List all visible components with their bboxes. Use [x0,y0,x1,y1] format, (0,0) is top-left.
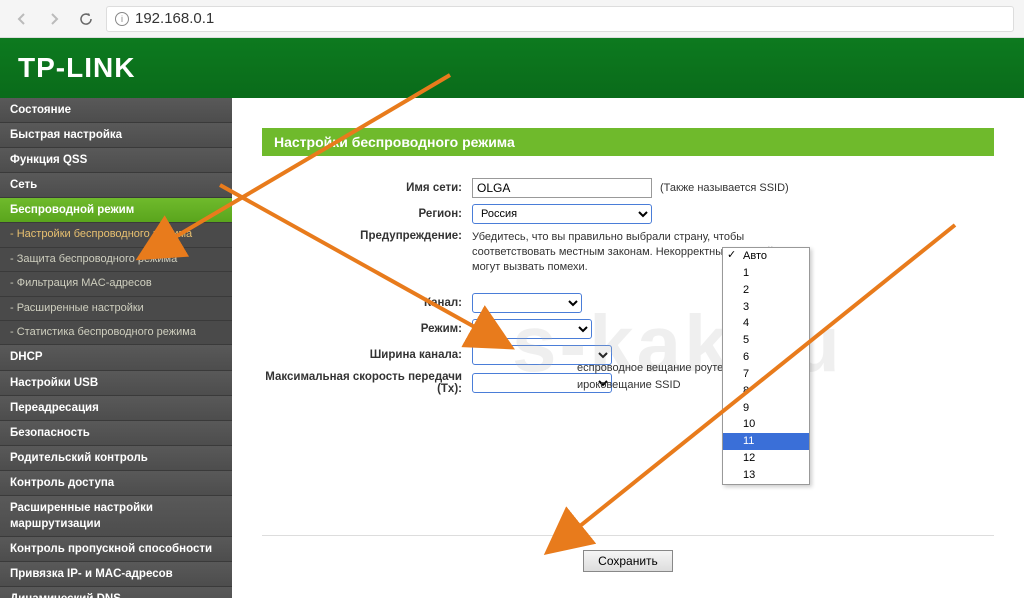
channel-dropdown[interactable]: ✓Авто12345678910111213 [722,247,810,485]
sidebar-item[interactable]: Родительский контроль [0,446,232,471]
back-button[interactable] [10,7,34,31]
channel-option[interactable]: 11 [723,433,809,450]
sidebar-item[interactable]: Контроль доступа [0,471,232,496]
sidebar-item[interactable]: Контроль пропускной способности [0,537,232,562]
sidebar-item[interactable]: Настройки USB [0,371,232,396]
channel-option[interactable]: 8 [723,383,809,400]
channel-option[interactable]: 3 [723,299,809,316]
sidebar-item[interactable]: Состояние [0,98,232,123]
channel-option[interactable]: 9 [723,400,809,417]
sidebar: СостояниеБыстрая настройкаФункция QSSСет… [0,98,232,598]
channel-option[interactable]: 2 [723,282,809,299]
channel-option[interactable]: 12 [723,450,809,467]
sidebar-item[interactable]: Сеть [0,173,232,198]
ssid-label: Имя сети: [262,182,472,194]
sidebar-item[interactable]: Функция QSS [0,148,232,173]
channel-option[interactable]: 4 [723,315,809,332]
app-header: TP-LINK [0,38,1024,98]
panel-title: Настройки беспроводного режима [262,128,994,156]
browser-toolbar: i 192.168.0.1 [0,0,1024,38]
channel-label: Канал: [262,297,472,309]
mode-select[interactable]: ый [472,319,592,339]
channel-option[interactable]: 5 [723,332,809,349]
reload-button[interactable] [74,7,98,31]
checkbox-ssid-label: ироковещание SSID [577,379,681,391]
mode-label: Режим: [262,323,472,335]
sidebar-item[interactable]: Расширенные настройки маршрутизации [0,496,232,537]
ssid-input[interactable] [472,178,652,198]
channel-option[interactable]: 10 [723,416,809,433]
txrate-label: Максимальная скорость передачи (Tx): [262,371,472,395]
sidebar-item[interactable]: Динамический DNS [0,587,232,598]
warning-label: Предупреждение: [262,230,472,242]
region-label: Регион: [262,208,472,220]
sidebar-item[interactable]: DHCP [0,345,232,370]
forward-button[interactable] [42,7,66,31]
brand-logo: TP-LINK [18,52,135,84]
sidebar-subitem[interactable]: - Расширенные настройки [0,297,232,321]
sidebar-item[interactable]: Привязка IP- и MAC-адресов [0,562,232,587]
width-label: Ширина канала: [262,349,472,361]
sidebar-subitem[interactable]: - Защита беспроводного режима [0,248,232,272]
channel-option[interactable]: 13 [723,467,809,484]
checkbox-broadcast-label: еспроводное вещание роутера [577,362,735,374]
main-panel: s-kak.ru Настройки беспроводного режима … [232,98,1024,598]
channel-option[interactable]: ✓Авто [723,248,809,265]
url-bar[interactable]: i 192.168.0.1 [106,6,1014,32]
ssid-hint: (Также называется SSID) [660,182,789,194]
url-text: 192.168.0.1 [135,10,214,27]
sidebar-item[interactable]: Беспроводной режим [0,198,232,223]
channel-option[interactable]: 6 [723,349,809,366]
sidebar-subitem[interactable]: - Статистика беспроводного режима [0,321,232,345]
region-select[interactable]: Россия [472,204,652,224]
sidebar-item[interactable]: Безопасность [0,421,232,446]
sidebar-item[interactable]: Переадресация [0,396,232,421]
channel-option[interactable]: 7 [723,366,809,383]
save-button[interactable]: Сохранить [583,550,673,572]
info-icon: i [115,12,129,26]
channel-option[interactable]: 1 [723,265,809,282]
sidebar-subitem[interactable]: - Настройки беспроводного режима [0,223,232,247]
sidebar-item[interactable]: Быстрая настройка [0,123,232,148]
sidebar-subitem[interactable]: - Фильтрация MAC-адресов [0,272,232,296]
channel-select[interactable] [472,293,582,313]
